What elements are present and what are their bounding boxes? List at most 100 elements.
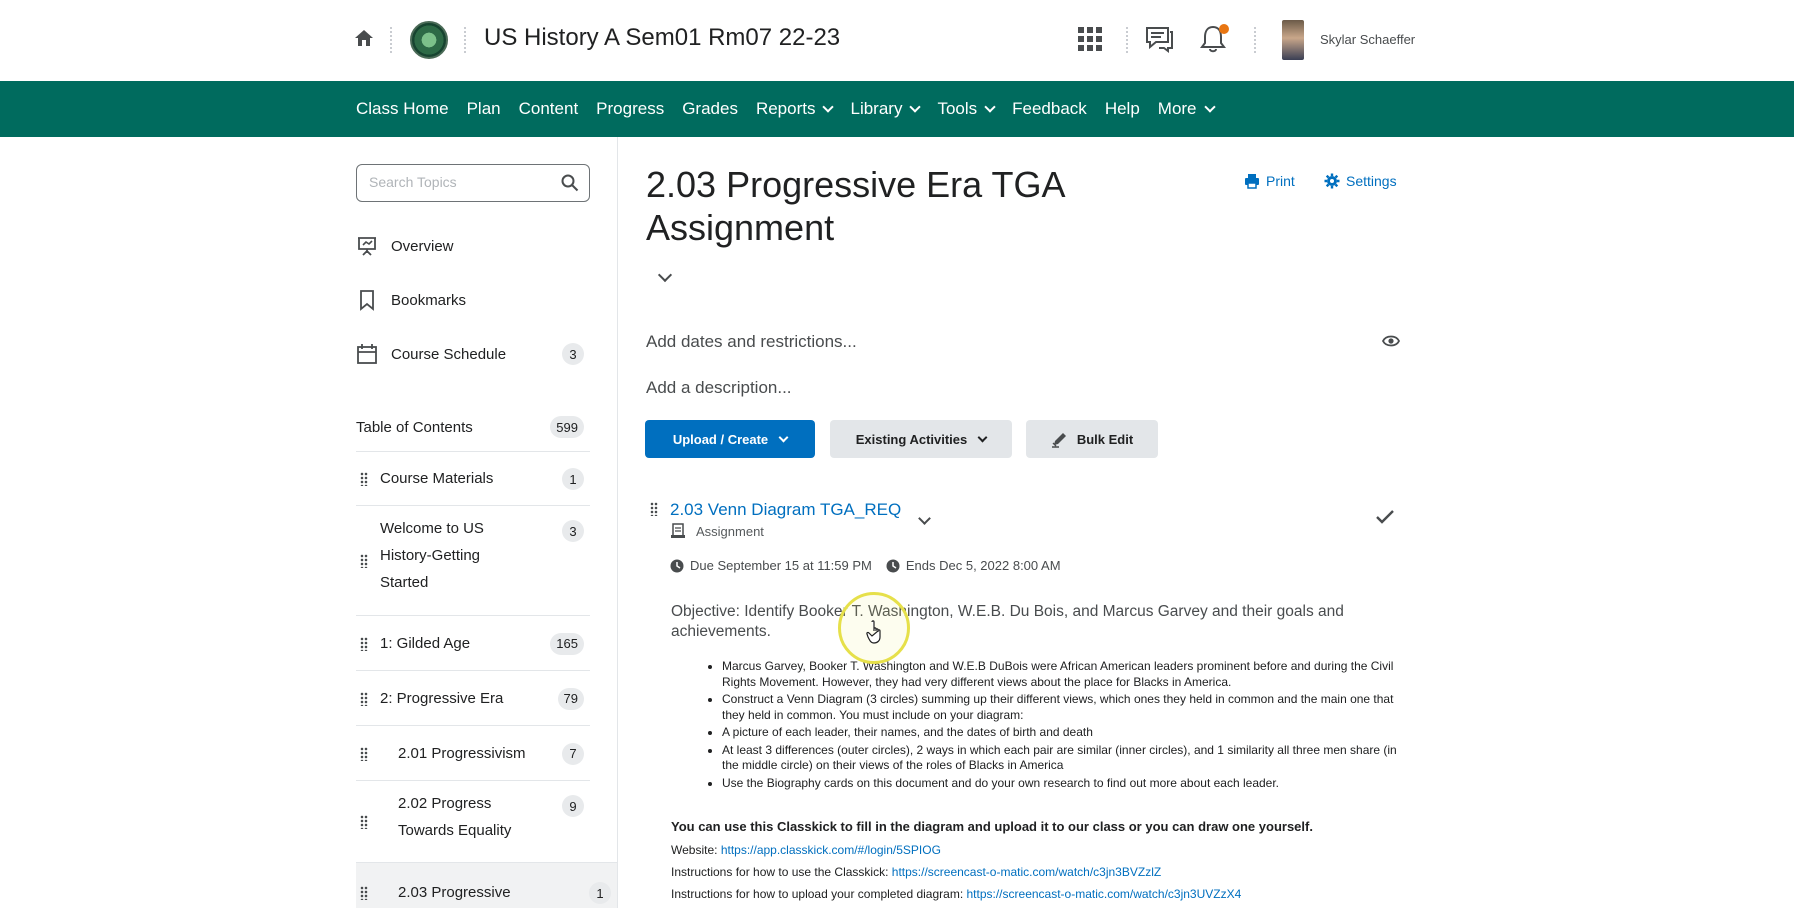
- avatar[interactable]: [1282, 20, 1304, 60]
- header-divider: [1126, 27, 1128, 53]
- nav-item-grades[interactable]: Grades: [682, 99, 738, 119]
- school-logo[interactable]: [410, 21, 448, 59]
- existing-activities-button[interactable]: Existing Activities: [830, 420, 1012, 458]
- add-description-link[interactable]: Add a description...: [646, 378, 792, 398]
- toc-item-label: 2.03 Progressive: [398, 884, 511, 901]
- settings-label: Settings: [1346, 173, 1397, 189]
- search-topics: [356, 164, 590, 202]
- apps-grid-icon[interactable]: [1075, 24, 1105, 54]
- hand-cursor-icon: [866, 620, 881, 644]
- clock-icon: [670, 559, 684, 572]
- nav-item-label: Progress: [596, 99, 665, 118]
- presentation-icon: [358, 237, 376, 256]
- sidebar-item-overview[interactable]: Overview: [356, 231, 590, 261]
- toc-item[interactable]: 1: Gilded Age 165: [356, 615, 590, 670]
- dates-row: Due September 15 at 11:59 PM Ends Dec 5,…: [670, 558, 1061, 573]
- message-icon[interactable]: [1144, 24, 1174, 54]
- nav-item-class-home[interactable]: Class Home: [356, 99, 449, 119]
- bullet-item: At least 3 differences (outer circles), …: [722, 743, 1412, 774]
- drag-handle[interactable]: [360, 815, 368, 829]
- toc-item[interactable]: 2.02 Progress Towards Equality 9: [356, 780, 590, 862]
- search-icon[interactable]: [561, 174, 579, 192]
- nav-item-plan[interactable]: Plan: [467, 99, 501, 119]
- user-name[interactable]: Skylar Schaeffer: [1320, 32, 1415, 47]
- nav-item-tools[interactable]: Tools: [937, 99, 996, 119]
- nav-item-label: Class Home: [356, 99, 449, 118]
- nav-item-label: Plan: [466, 99, 501, 118]
- count-badge: 1: [589, 882, 611, 904]
- count-badge: 165: [550, 632, 584, 655]
- toc-item-label: 1: Gilded Age: [380, 634, 471, 652]
- drag-handle[interactable]: [360, 554, 368, 568]
- drag-handle[interactable]: [360, 886, 368, 900]
- settings-button[interactable]: Settings: [1324, 173, 1397, 189]
- nav-item-content[interactable]: Content: [519, 99, 579, 119]
- count-badge: 1: [562, 468, 584, 490]
- nav-item-progress[interactable]: Progress: [596, 99, 664, 119]
- toc-item-label: 2: Progressive Era: [380, 689, 504, 707]
- nav-item-help[interactable]: Help: [1105, 99, 1140, 119]
- toc-item[interactable]: Welcome to US History-Getting Started 3: [356, 505, 590, 615]
- home-icon[interactable]: [354, 28, 374, 48]
- sidebar-item-bookmarks[interactable]: Bookmarks: [356, 285, 590, 315]
- assignment-icon: [671, 523, 685, 538]
- course-title[interactable]: US History A Sem01 Rm07 22-23: [484, 24, 840, 52]
- external-link[interactable]: https://screencast-o-matic.com/watch/c3j…: [892, 865, 1161, 879]
- drag-handle[interactable]: [360, 691, 368, 706]
- drag-handle[interactable]: [360, 636, 368, 651]
- bullet-item: Marcus Garvey, Booker T. Washington and …: [722, 659, 1412, 690]
- sidebar-item-label: Overview: [391, 237, 454, 255]
- bullet-item: Use the Biography cards on this document…: [722, 776, 1412, 792]
- toc-item[interactable]: 2.01 Progressivism 7: [356, 725, 590, 780]
- instruction-line: Instructions for how to upload your comp…: [671, 887, 1241, 901]
- bulk-edit-button[interactable]: Bulk Edit: [1026, 420, 1158, 458]
- clock-icon: [886, 559, 900, 572]
- nav-item-label: Reports: [755, 99, 816, 118]
- toc-label: Table of Contents: [356, 418, 473, 436]
- search-input[interactable]: [369, 174, 549, 190]
- toc-item[interactable]: Course Materials 1: [356, 451, 590, 505]
- sidebar-item-label: Bookmarks: [391, 291, 467, 309]
- external-link[interactable]: https://screencast-o-matic.com/watch/c3j…: [967, 887, 1242, 901]
- classkick-instructions: You can use this Classkick to fill in th…: [671, 819, 1313, 834]
- external-link[interactable]: https://app.classkick.com/#/login/5SPIOG: [721, 843, 941, 857]
- add-dates-link[interactable]: Add dates and restrictions...: [646, 332, 857, 352]
- chevron-down-icon[interactable]: [657, 267, 673, 283]
- nav-item-more[interactable]: More: [1158, 99, 1216, 119]
- table-of-contents-header[interactable]: Table of Contents 599: [356, 407, 590, 447]
- bookmark-icon: [360, 290, 374, 311]
- print-label: Print: [1266, 173, 1295, 189]
- instruction-line: Website: https://app.classkick.com/#/log…: [671, 843, 941, 857]
- drag-handle[interactable]: [650, 502, 658, 516]
- nav-item-feedback[interactable]: Feedback: [1012, 99, 1087, 119]
- count-badge: 79: [557, 687, 584, 710]
- top-header: US History A Sem01 Rm07 22-23 Skylar Sch…: [0, 0, 1794, 81]
- upload-create-button[interactable]: Upload / Create: [645, 420, 815, 458]
- sidebar-item-course-schedule[interactable]: Course Schedule 3: [356, 339, 590, 369]
- printer-icon: [1245, 174, 1259, 189]
- button-label: Upload / Create: [672, 431, 769, 447]
- checkmark-icon[interactable]: [1376, 510, 1394, 524]
- nav-item-reports[interactable]: Reports: [755, 99, 835, 119]
- page-title[interactable]: 2.03 Progressive Era TGA Assignment: [646, 163, 1106, 249]
- toc-item-label: Welcome to US History-Getting Started: [380, 520, 484, 591]
- toc-item-label: 2.01 Progressivism: [398, 744, 526, 762]
- toc-item[interactable]: 2.03 Progressive 1: [356, 862, 617, 908]
- count-badge: 3: [562, 343, 584, 365]
- instruction-prefix: Website:: [671, 843, 721, 857]
- drag-handle[interactable]: [360, 746, 368, 761]
- assignment-title-link[interactable]: 2.03 Venn Diagram TGA_REQ: [670, 500, 901, 520]
- eye-icon[interactable]: [1382, 334, 1400, 348]
- drag-handle[interactable]: [360, 472, 368, 486]
- header-divider: [1254, 27, 1256, 53]
- chevron-down-icon[interactable]: [918, 512, 931, 525]
- count-badge: 7: [562, 742, 584, 765]
- toc-item[interactable]: 2: Progressive Era 79: [356, 670, 590, 725]
- chevron-down-icon: [778, 432, 789, 442]
- objective-text: Objective: Identify Booker T. Washington…: [671, 603, 1344, 640]
- print-button[interactable]: Print: [1244, 173, 1295, 189]
- chevron-down-icon: [822, 100, 835, 113]
- nav-item-library[interactable]: Library: [850, 99, 922, 119]
- header-divider: [464, 27, 466, 53]
- nav-item-label: Feedback: [1012, 99, 1087, 118]
